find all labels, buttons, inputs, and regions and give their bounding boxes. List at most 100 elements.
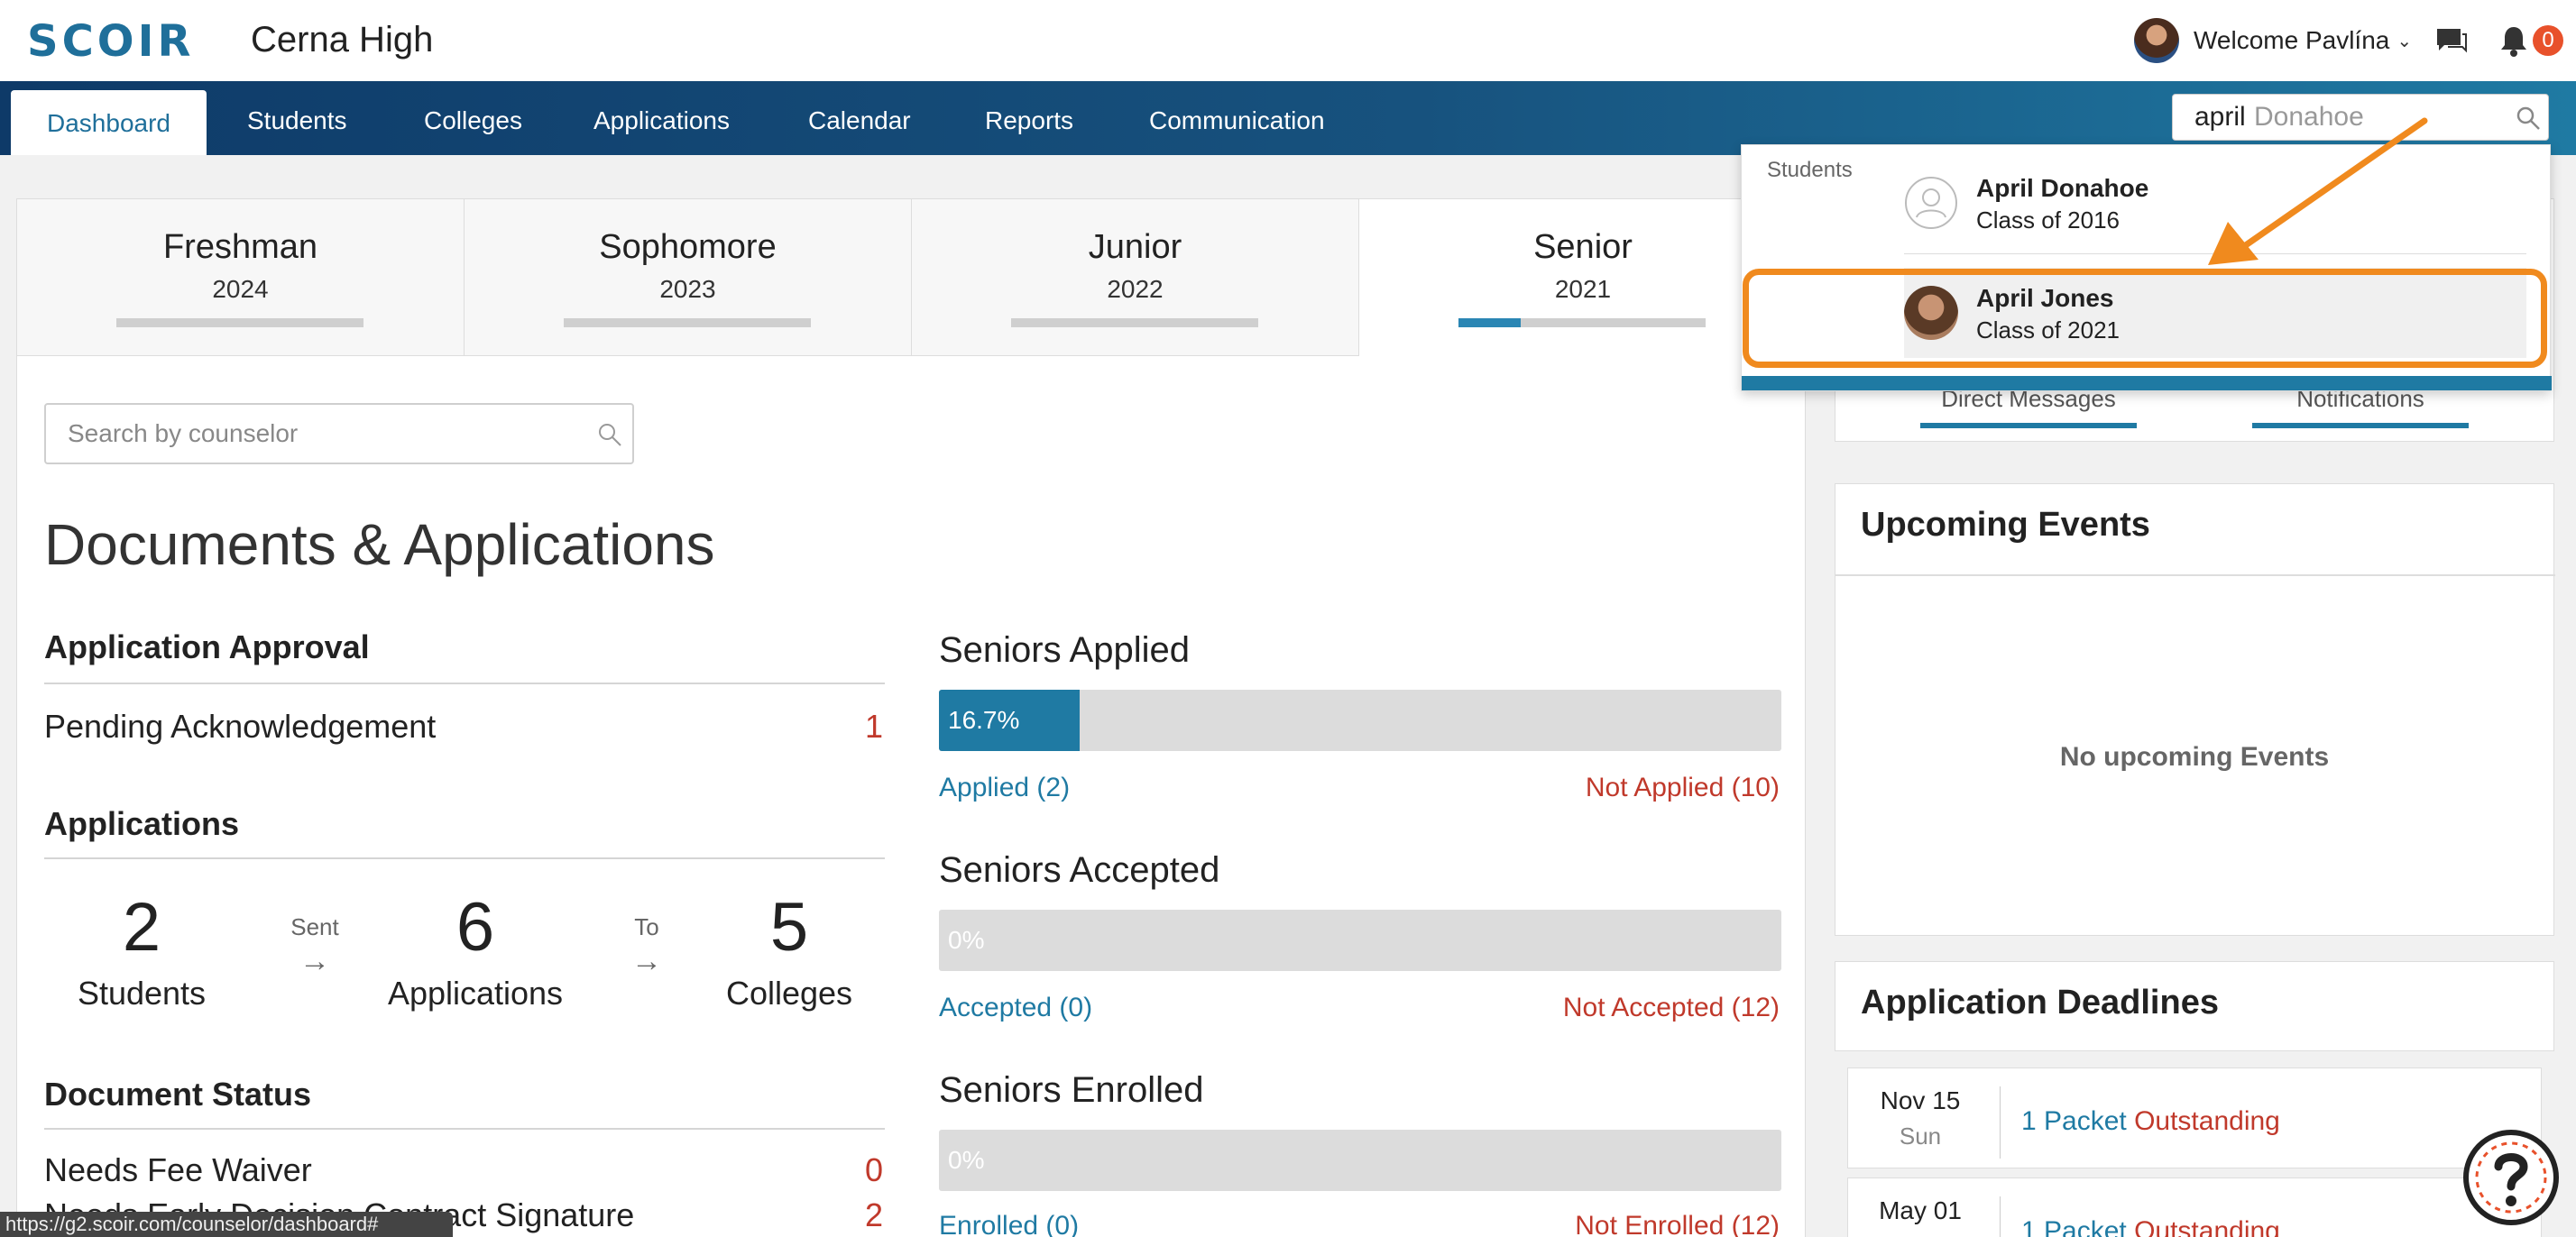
packet-status[interactable]: Outstanding <box>2134 1106 2280 1136</box>
not-applied-link[interactable]: Not Applied (10) <box>1586 773 1780 803</box>
page-title: Documents & Applications <box>44 512 715 577</box>
tab-name: Junior <box>1088 228 1182 266</box>
nav-dashboard[interactable]: Dashboard <box>11 90 207 155</box>
result-name: April Donahoe <box>1976 174 2149 202</box>
tab-senior[interactable]: Senior 2021 <box>1359 199 1807 356</box>
dashboard-main: Freshman 2024 Sophomore 2023 Junior 2022… <box>16 198 1807 1237</box>
annotation-arrow-icon <box>2208 117 2428 265</box>
tab-progress-bar <box>1458 318 1706 327</box>
applications-label: Applications <box>387 975 564 1012</box>
results-section-label: Students <box>1767 158 1853 182</box>
tab-junior[interactable]: Junior 2022 <box>912 199 1359 356</box>
deadline-summary[interactable]: 1 Packet Outstanding <box>2021 1216 2280 1237</box>
needs-fee-waiver-count[interactable]: 0 <box>865 1151 883 1189</box>
counselor-search-input[interactable]: Search by counselor <box>44 403 634 464</box>
needs-fee-waiver-label[interactable]: Needs Fee Waiver <box>44 1151 312 1189</box>
help-icon[interactable] <box>2462 1129 2560 1226</box>
dropdown-footer-bar <box>1742 376 2552 390</box>
result-class: Class of 2016 <box>1976 206 2120 234</box>
arrow-right-icon: → <box>299 944 330 978</box>
application-deadlines-card: Application Deadlines Nov 15 Sun 1 Packe… <box>1835 961 2554 1237</box>
tab-freshman[interactable]: Freshman 2024 <box>17 199 465 356</box>
applications-count: 6 <box>455 889 495 966</box>
seniors-applied-title: Seniors Applied <box>939 630 1190 670</box>
not-accepted-link[interactable]: Not Accepted (12) <box>1563 993 1780 1023</box>
divider <box>44 857 885 859</box>
search-icon[interactable] <box>2516 105 2541 131</box>
applications-heading: Applications <box>44 805 240 842</box>
tab-name: Freshman <box>162 228 318 266</box>
top-header: SCOIR Cerna High Welcome Pavlína ⌄ 0 <box>0 0 2576 81</box>
needs-ed-signature-count[interactable]: 2 <box>865 1196 883 1234</box>
sent-label: Sent <box>290 913 339 940</box>
welcome-text: Welcome Pavlína <box>2194 26 2390 54</box>
deadlines-header: Application Deadlines <box>1835 961 2554 1051</box>
divider <box>44 683 885 684</box>
packet-count[interactable]: 1 Packet <box>2021 1216 2127 1237</box>
tab-underline <box>2252 423 2469 428</box>
nav-colleges[interactable]: Colleges <box>424 81 522 155</box>
search-icon[interactable] <box>596 421 623 448</box>
accepted-link[interactable]: Accepted (0) <box>939 993 1092 1023</box>
application-deadlines-title: Application Deadlines <box>1861 984 2219 1022</box>
upcoming-events-card: Upcoming Events No upcoming Events <box>1835 483 2555 936</box>
bar-percent: 16.7% <box>948 706 1020 734</box>
nav-applications[interactable]: Applications <box>593 81 730 155</box>
upcoming-events-title: Upcoming Events <box>1861 506 2150 544</box>
seniors-applied-bar: 16.7% <box>939 690 1781 751</box>
seniors-enrolled-title: Seniors Enrolled <box>939 1070 1204 1110</box>
application-approval-heading: Application Approval <box>44 628 370 665</box>
scoir-logo[interactable]: SCOIR <box>27 16 194 67</box>
divider <box>2000 1196 2001 1237</box>
document-status-heading: Document Status <box>44 1076 312 1113</box>
to-label: To <box>634 913 659 940</box>
user-menu[interactable]: Welcome Pavlína ⌄ <box>2134 18 2412 63</box>
colleges-label: Colleges <box>725 975 853 1012</box>
deadline-day: Sun <box>1899 1122 1942 1150</box>
chat-icon[interactable] <box>2435 27 2468 54</box>
nav-students[interactable]: Students <box>247 81 347 155</box>
school-name: Cerna High <box>251 20 434 60</box>
bar-percent: 0% <box>948 1146 985 1174</box>
students-label: Students <box>77 975 207 1012</box>
deadline-item[interactable]: May 01 1 Packet Outstanding <box>1847 1177 2542 1237</box>
applied-link[interactable]: Applied (2) <box>939 773 1070 803</box>
tab-name: Sophomore <box>599 228 777 266</box>
tab-progress-bar <box>564 318 811 327</box>
seniors-accepted-bar: 0% <box>939 910 1781 971</box>
browser-status-url: https://g2.scoir.com/counselor/dashboard… <box>0 1212 453 1237</box>
user-avatar <box>2134 18 2179 63</box>
deadline-item[interactable]: Nov 15 Sun 1 Packet Outstanding <box>1847 1067 2542 1168</box>
enrolled-link[interactable]: Enrolled (0) <box>939 1211 1079 1237</box>
nav-communication[interactable]: Communication <box>1149 81 1325 155</box>
seniors-accepted-title: Seniors Accepted <box>939 850 1220 890</box>
counselor-search-placeholder: Search by counselor <box>68 419 299 447</box>
not-enrolled-link[interactable]: Not Enrolled (12) <box>1575 1211 1780 1237</box>
divider <box>2000 1086 2001 1159</box>
nav-calendar[interactable]: Calendar <box>808 81 911 155</box>
tab-year: 2021 <box>1554 275 1612 303</box>
pending-acknowledgement-count[interactable]: 1 <box>865 708 883 746</box>
tab-name: Senior <box>1533 228 1633 266</box>
bell-icon[interactable] <box>2498 25 2529 58</box>
annotation-highlight-box <box>1743 269 2547 368</box>
packet-count[interactable]: 1 Packet <box>2021 1106 2127 1136</box>
deadline-summary[interactable]: 1 Packet Outstanding <box>2021 1106 2280 1137</box>
class-year-tabs: Freshman 2024 Sophomore 2023 Junior 2022… <box>17 199 1807 356</box>
divider <box>44 1128 885 1130</box>
tab-year: 2024 <box>212 275 269 303</box>
tab-underline <box>1920 423 2137 428</box>
chevron-down-icon: ⌄ <box>2397 31 2413 51</box>
tab-year: 2022 <box>1107 275 1164 303</box>
tab-sophomore[interactable]: Sophomore 2023 <box>465 199 912 356</box>
notification-badge[interactable]: 0 <box>2533 25 2563 56</box>
tab-progress-bar <box>116 318 363 327</box>
pending-acknowledgement-label[interactable]: Pending Acknowledgement <box>44 708 436 746</box>
bar-percent: 0% <box>948 926 985 954</box>
seniors-enrolled-bar: 0% <box>939 1130 1781 1191</box>
divider <box>1835 574 2555 576</box>
deadline-date: Nov 15 <box>1880 1086 1961 1114</box>
packet-status[interactable]: Outstanding <box>2134 1216 2280 1237</box>
nav-reports[interactable]: Reports <box>985 81 1073 155</box>
tab-progress-bar <box>1011 318 1258 327</box>
